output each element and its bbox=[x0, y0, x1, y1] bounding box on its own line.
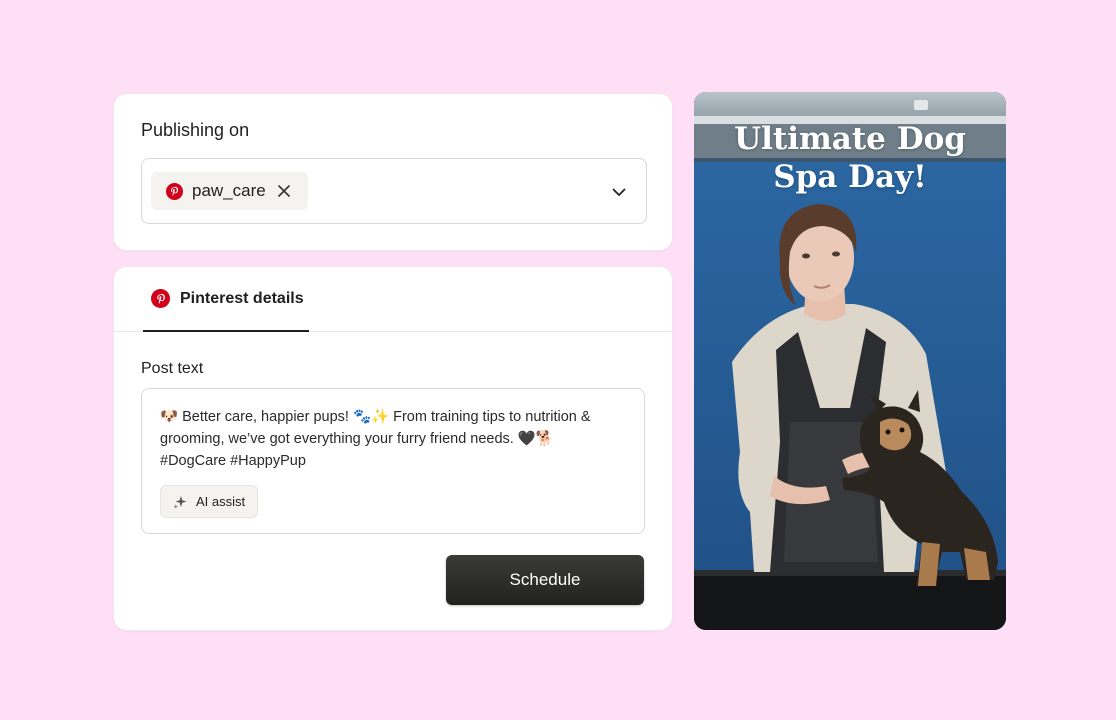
account-chip[interactable]: paw_care bbox=[151, 172, 308, 210]
post-text-label: Post text bbox=[141, 360, 204, 377]
post-text-field[interactable]: 🐶 Better care, happier pups! 🐾✨ From tra… bbox=[141, 388, 645, 534]
publishing-title: Publishing on bbox=[141, 120, 250, 140]
account-select[interactable]: paw_care bbox=[141, 158, 647, 224]
preview-title-line2: Spa Day! bbox=[773, 159, 927, 195]
ai-assist-label: AI assist bbox=[196, 494, 246, 509]
close-icon[interactable] bbox=[276, 183, 292, 199]
publishing-card: Publishing on paw_care bbox=[113, 93, 673, 251]
schedule-button[interactable]: Schedule bbox=[446, 555, 644, 605]
pinterest-icon bbox=[166, 182, 183, 200]
pinterest-icon bbox=[151, 289, 170, 308]
preview-title-line1: Ultimate Dog bbox=[734, 121, 966, 157]
chevron-down-icon[interactable] bbox=[610, 183, 628, 201]
sparkle-icon bbox=[173, 495, 187, 509]
tab-label: Pinterest details bbox=[180, 289, 304, 307]
preview-title: Ultimate Dog Spa Day! bbox=[694, 120, 1006, 196]
tab-bar: Pinterest details bbox=[114, 267, 672, 332]
ai-assist-button[interactable]: AI assist bbox=[160, 485, 258, 518]
post-text-content[interactable]: 🐶 Better care, happier pups! 🐾✨ From tra… bbox=[160, 406, 630, 472]
details-card: Pinterest details Post text 🐶 Better car… bbox=[113, 266, 673, 631]
account-name: paw_care bbox=[192, 181, 266, 200]
tab-pinterest-details[interactable]: Pinterest details bbox=[143, 267, 309, 332]
pin-preview-image: Ultimate Dog Spa Day! bbox=[694, 92, 1006, 630]
